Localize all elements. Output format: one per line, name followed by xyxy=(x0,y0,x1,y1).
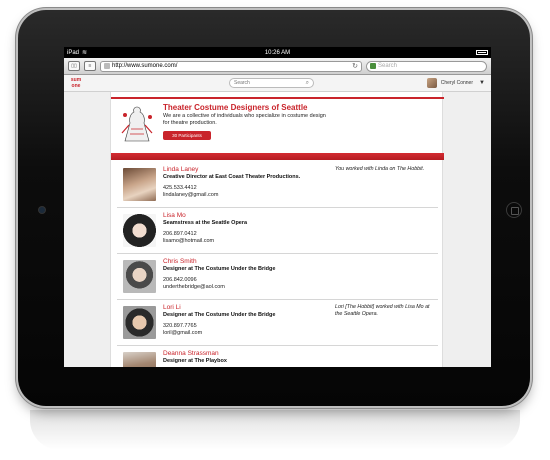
group-header: Theater Costume Designers of Seattle We … xyxy=(111,97,444,149)
member-list: Linda Laney Creative Director at East Co… xyxy=(117,162,438,367)
user-menu[interactable]: Cheryl Conner xyxy=(426,78,473,88)
member-name[interactable]: Chris Smith xyxy=(163,258,197,265)
member-title: Designer at The Costume Under the Bridge xyxy=(163,312,276,318)
bookmarks-icon[interactable]: ▯▯ xyxy=(68,61,80,71)
member-title: Designer at The Costume Under the Bridge xyxy=(163,266,276,272)
member-phone: 206.842.0096 xyxy=(163,277,197,283)
reload-icon[interactable]: ↻ xyxy=(352,62,358,70)
reader-icon[interactable]: ≡ xyxy=(84,61,96,71)
member-title: Seamstress at the Seattle Opera xyxy=(163,220,248,226)
browser-toolbar: ▯▯ ≡ http://www.sumone.com/ ↻ Search xyxy=(64,58,491,75)
member-phone: 425.533.4412 xyxy=(163,185,197,191)
member-name[interactable]: Deanna Strassman xyxy=(163,350,219,357)
site-favicon-icon xyxy=(104,63,110,69)
home-button[interactable] xyxy=(506,202,522,218)
connection-note: You worked with Linda on The Hobbit. xyxy=(335,166,425,172)
member-phone: 320.897.7765 xyxy=(163,323,197,329)
stage: iPad ≋ 10:26 AM ▯▯ ≡ http://www.sumone.c… xyxy=(0,0,550,460)
screen: iPad ≋ 10:26 AM ▯▯ ≡ http://www.sumone.c… xyxy=(64,47,491,367)
connection-note: Lori [The Hobbit] worked with Lisa Mo at… xyxy=(335,304,430,317)
list-item[interactable]: Chris Smith Designer at The Costume Unde… xyxy=(117,254,438,300)
list-item[interactable]: Lisa Mo Seamstress at the Seattle Opera … xyxy=(117,208,438,254)
browser-search-field[interactable]: Search xyxy=(366,60,487,72)
list-item[interactable]: Lori Li Designer at The Costume Under th… xyxy=(117,300,438,346)
logo[interactable]: sum one xyxy=(68,77,84,90)
member-phone: 206.897.0412 xyxy=(163,231,197,237)
search-icon: ⌕ xyxy=(305,79,309,86)
url-field[interactable]: http://www.sumone.com/ ↻ xyxy=(100,60,362,72)
avatar xyxy=(123,306,156,339)
avatar xyxy=(123,214,156,247)
member-email[interactable]: lindalaney@gmail.com xyxy=(163,192,218,198)
logo-line2: one xyxy=(71,82,81,89)
avatar xyxy=(123,352,156,367)
list-item[interactable]: Deanna Strassman Designer at The Playbox xyxy=(117,346,438,367)
member-email[interactable]: lisamo@hotmail.com xyxy=(163,238,214,244)
camera-icon xyxy=(39,207,45,213)
member-email[interactable]: loril@gmail.com xyxy=(163,330,202,336)
status-bar: iPad ≋ 10:26 AM xyxy=(64,47,491,58)
ipad-reflection xyxy=(30,410,520,450)
avatar xyxy=(123,260,156,293)
battery-icon xyxy=(476,50,488,55)
member-title: Designer at The Playbox xyxy=(163,358,227,364)
group-panel: Theater Costume Designers of Seattle We … xyxy=(110,92,444,367)
member-name[interactable]: Linda Laney xyxy=(163,166,198,173)
chevron-down-icon[interactable]: ▼ xyxy=(479,80,485,86)
page-content: Theater Costume Designers of Seattle We … xyxy=(64,92,491,367)
browser-search-placeholder: Search xyxy=(378,63,398,69)
costume-illustration xyxy=(117,103,157,143)
site-header: sum one Search ⌕ Cheryl Conner ▼ xyxy=(64,75,491,92)
site-search-placeholder: Search xyxy=(234,80,250,86)
status-time: 10:26 AM xyxy=(264,49,291,56)
url-text: http://www.sumone.com/ xyxy=(112,63,178,69)
site-search-input[interactable]: Search ⌕ xyxy=(229,78,314,88)
avatar xyxy=(123,168,156,201)
user-name: Cheryl Conner xyxy=(440,80,473,86)
member-name[interactable]: Lisa Mo xyxy=(163,212,186,219)
member-name[interactable]: Lori Li xyxy=(163,304,181,311)
list-item[interactable]: Linda Laney Creative Director at East Co… xyxy=(117,162,438,208)
section-divider xyxy=(111,153,444,160)
member-title: Creative Director at East Coast Theater … xyxy=(163,174,301,180)
member-email[interactable]: underthebridge@aol.com xyxy=(163,284,225,290)
participants-button[interactable]: 30 Participants xyxy=(163,131,211,140)
avatar xyxy=(426,78,437,88)
group-title[interactable]: Theater Costume Designers of Seattle xyxy=(163,103,307,112)
group-description: We are a collective of individuals who s… xyxy=(163,113,326,126)
google-icon xyxy=(370,63,376,69)
